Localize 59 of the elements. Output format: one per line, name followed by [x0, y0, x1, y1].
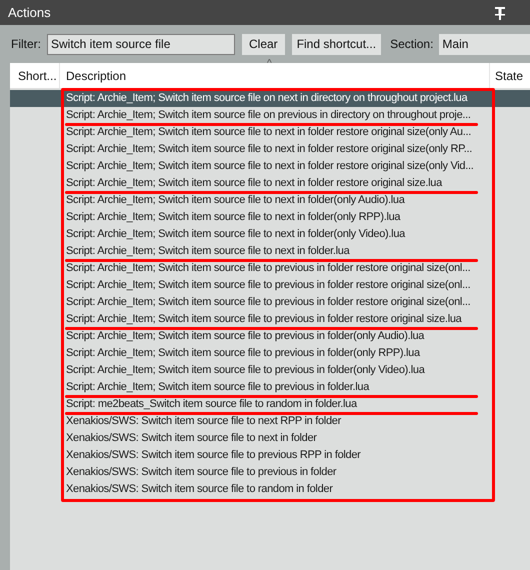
filter-field[interactable]: Switch item source file [47, 34, 235, 54]
description-cell-text: Script: Archie_Item; Switch item source file on next in directory on throughout project.lua [66, 91, 468, 106]
table-row[interactable]: Script: Archie_Item; Switch item source file to next in folder(only Video).lua [10, 226, 530, 243]
filter-label: Filter: [11, 36, 41, 53]
table-row[interactable]: Xenakios/SWS: Switch item source file to previous in folder [10, 464, 530, 481]
description-cell-text: Script: Archie_Item; Switch item source file to next in folder restore original size(only Vid... [66, 159, 474, 174]
table-row[interactable]: Script: Archie_Item; Switch item source file to next in folder restore original size(only Au... [10, 124, 530, 141]
table-row[interactable]: Script: Archie_Item; Switch item source file to next in folder restore original size.lua [10, 175, 530, 192]
description-cell-text: Script: Archie_Item; Switch item source file to next in folder(only RPP).lua [66, 210, 400, 226]
table-row[interactable]: Script: Archie_Item; Switch item source file on previous in directory on throughout proje... [10, 107, 530, 124]
description-cell-text: Script: Archie_Item; Switch item source file to next in folder(only Video).lua [66, 227, 405, 242]
section-dropdown[interactable]: Main [439, 34, 530, 54]
description-cell-text: Xenakios/SWS: Switch item source file to next in folder [66, 431, 317, 446]
table-row[interactable]: Script: Archie_Item; Switch item source file to next in folder(only Audio).lua [10, 192, 530, 209]
table-row[interactable]: Script: Archie_Item; Switch item source file to next in folder restore original size(only RP... [10, 141, 530, 158]
table-row[interactable]: Xenakios/SWS: Switch item source file to previous RPP in folder [10, 447, 530, 464]
description-cell-text: Script: Archie_Item; Switch item source file to previous in folder restore original size.lua [66, 312, 462, 328]
description-cell-text: Script: Archie_Item; Switch item source file to previous in folder(only RPP).lua [66, 346, 420, 362]
description-cell-text: Xenakios/SWS: Switch item source file to next RPP in folder [66, 414, 341, 430]
description-cell-text: Script: Archie_Item; Switch item source file to previous in folder(only Video).lua [66, 363, 425, 378]
description-cell-text: Script: Archie_Item; Switch item source file to next in folder restore original size(only RP... [66, 142, 472, 158]
table-row[interactable]: Script: Archie_Item; Switch item source file to next in folder restore original size(only Vid... [10, 158, 530, 175]
pin-icon[interactable] [494, 6, 506, 20]
table-row[interactable]: Xenakios/SWS: Switch item source file to next RPP in folder [10, 413, 530, 430]
window-title: Actions [8, 4, 51, 22]
description-cell-text: Script: Archie_Item; Switch item source file to next in folder(only Audio).lua [66, 193, 405, 208]
table-row[interactable]: Script: Archie_Item; Switch item source file to previous in folder(only Video).lua [10, 362, 530, 379]
description-cell-text: Xenakios/SWS: Switch item source file to random in folder [66, 482, 333, 498]
description-cell-text: Script: Archie_Item; Switch item source file to previous in folder(only Audio).lua [66, 329, 424, 344]
table-row[interactable]: Script: Archie_Item; Switch item source file to next in folder(only RPP).lua [10, 209, 530, 226]
description-cell-text: Script: Archie_Item; Switch item source file to previous in folder.lua [66, 380, 370, 396]
table-row[interactable]: Script: Archie_Item; Switch item source file to previous in folder(only Audio).lua [10, 328, 530, 345]
table-row[interactable]: Xenakios/SWS: Switch item source file to random in folder [10, 481, 530, 498]
section-label: Section: [390, 36, 434, 53]
description-cell-text: Xenakios/SWS: Switch item source file to previous in folder [66, 465, 336, 480]
table-row[interactable]: Script: Archie_Item; Switch item source file on next in directory on throughout project.lua [10, 90, 530, 107]
find-shortcut-button[interactable]: Find shortcut... [292, 34, 382, 54]
description-cell-text: Script: Archie_Item; Switch item source file to next in folder.lua [66, 244, 350, 260]
table-row[interactable]: Script: Archie_Item; Switch item source file to next in folder.lua [10, 243, 530, 260]
description-cell-text: Script: Archie_Item; Switch item source file to next in folder restore original size(only Au... [66, 125, 471, 140]
description-cell-text: Script: Archie_Item; Switch item source file to previous in folder restore original size(onl... [66, 261, 470, 276]
clear-button[interactable]: Clear [242, 34, 285, 54]
table-row[interactable]: Script: Archie_Item; Switch item source file to previous in folder restore original size(onl... [10, 277, 530, 294]
table-row[interactable]: Xenakios/SWS: Switch item source file to next in folder [10, 430, 530, 447]
column-header[interactable]: Short... [10, 63, 60, 88]
table-row[interactable]: Script: me2beats_Switch item source file to random in folder.lua [10, 396, 530, 413]
description-cell-text: Script: Archie_Item; Switch item source file to next in folder restore original size.lua [66, 176, 442, 192]
column-header[interactable]: State [490, 63, 530, 88]
table-row[interactable]: Script: Archie_Item; Switch item source file to previous in folder restore original size(onl... [10, 294, 530, 311]
column-header[interactable]: Description [60, 63, 490, 88]
description-cell-text: Xenakios/SWS: Switch item source file to previous RPP in folder [66, 448, 361, 464]
description-cell-text: Script: Archie_Item; Switch item source file to previous in folder restore original size(onl... [66, 278, 470, 294]
description-cell-text: Script: Archie_Item; Switch item source file to previous in folder restore original size(onl... [66, 295, 470, 310]
table-row[interactable]: Script: Archie_Item; Switch item source file to previous in folder(only RPP).lua [10, 345, 530, 362]
table-row[interactable]: Script: Archie_Item; Switch item source file to previous in folder.lua [10, 379, 530, 396]
table-row[interactable]: Script: Archie_Item; Switch item source file to previous in folder restore original size.lua [10, 311, 530, 328]
description-cell-text: Script: me2beats_Switch item source file to random in folder.lua [66, 397, 357, 412]
description-cell-text: Script: Archie_Item; Switch item source file on previous in directory on throughout proje... [66, 108, 471, 124]
table-row[interactable]: Script: Archie_Item; Switch item source file to previous in folder restore original size(onl... [10, 260, 530, 277]
